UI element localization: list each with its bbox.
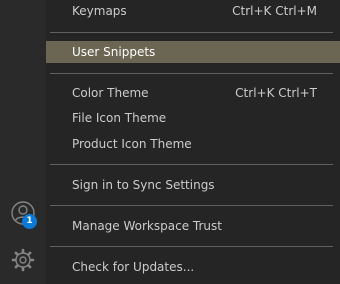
menu-item-product-icon-theme[interactable]: Product Icon Theme [46,133,340,155]
manage-button[interactable] [0,238,46,282]
menu-item-keybinding: Ctrl+K Ctrl+T [235,86,317,100]
menu-separator [50,164,333,165]
gear-icon [10,247,36,273]
accounts-badge: 1 [22,214,37,229]
menu-item-label: Color Theme [72,86,149,100]
menu-item-label: Manage Workspace Trust [72,219,222,233]
menu-item-label: File Icon Theme [72,111,167,125]
menu-separator [50,246,333,247]
menu-separator [50,73,333,74]
manage-context-menu: Keymaps Ctrl+K Ctrl+M User Snippets Colo… [46,0,340,284]
menu-item-keymaps[interactable]: Keymaps Ctrl+K Ctrl+M [46,0,340,22]
menu-item-manage-workspace-trust[interactable]: Manage Workspace Trust [46,215,340,237]
menu-item-user-snippets[interactable]: User Snippets [46,41,340,63]
menu-item-keybinding: Ctrl+K Ctrl+M [232,4,317,18]
menu-item-check-for-updates[interactable]: Check for Updates... [46,256,340,278]
menu-separator [50,32,333,33]
menu-item-label: Sign in to Sync Settings [72,178,215,192]
menu-item-label: Keymaps [72,4,127,18]
accounts-button[interactable]: 1 [0,191,46,235]
menu-separator [50,205,333,206]
menu-item-label: User Snippets [72,45,156,59]
menu-item-file-icon-theme[interactable]: File Icon Theme [46,107,340,129]
menu-item-label: Check for Updates... [72,260,195,274]
activity-bar: 1 [0,0,46,284]
menu-item-color-theme[interactable]: Color Theme Ctrl+K Ctrl+T [46,82,340,104]
menu-item-sign-in-sync[interactable]: Sign in to Sync Settings [46,174,340,196]
menu-item-label: Product Icon Theme [72,137,192,151]
